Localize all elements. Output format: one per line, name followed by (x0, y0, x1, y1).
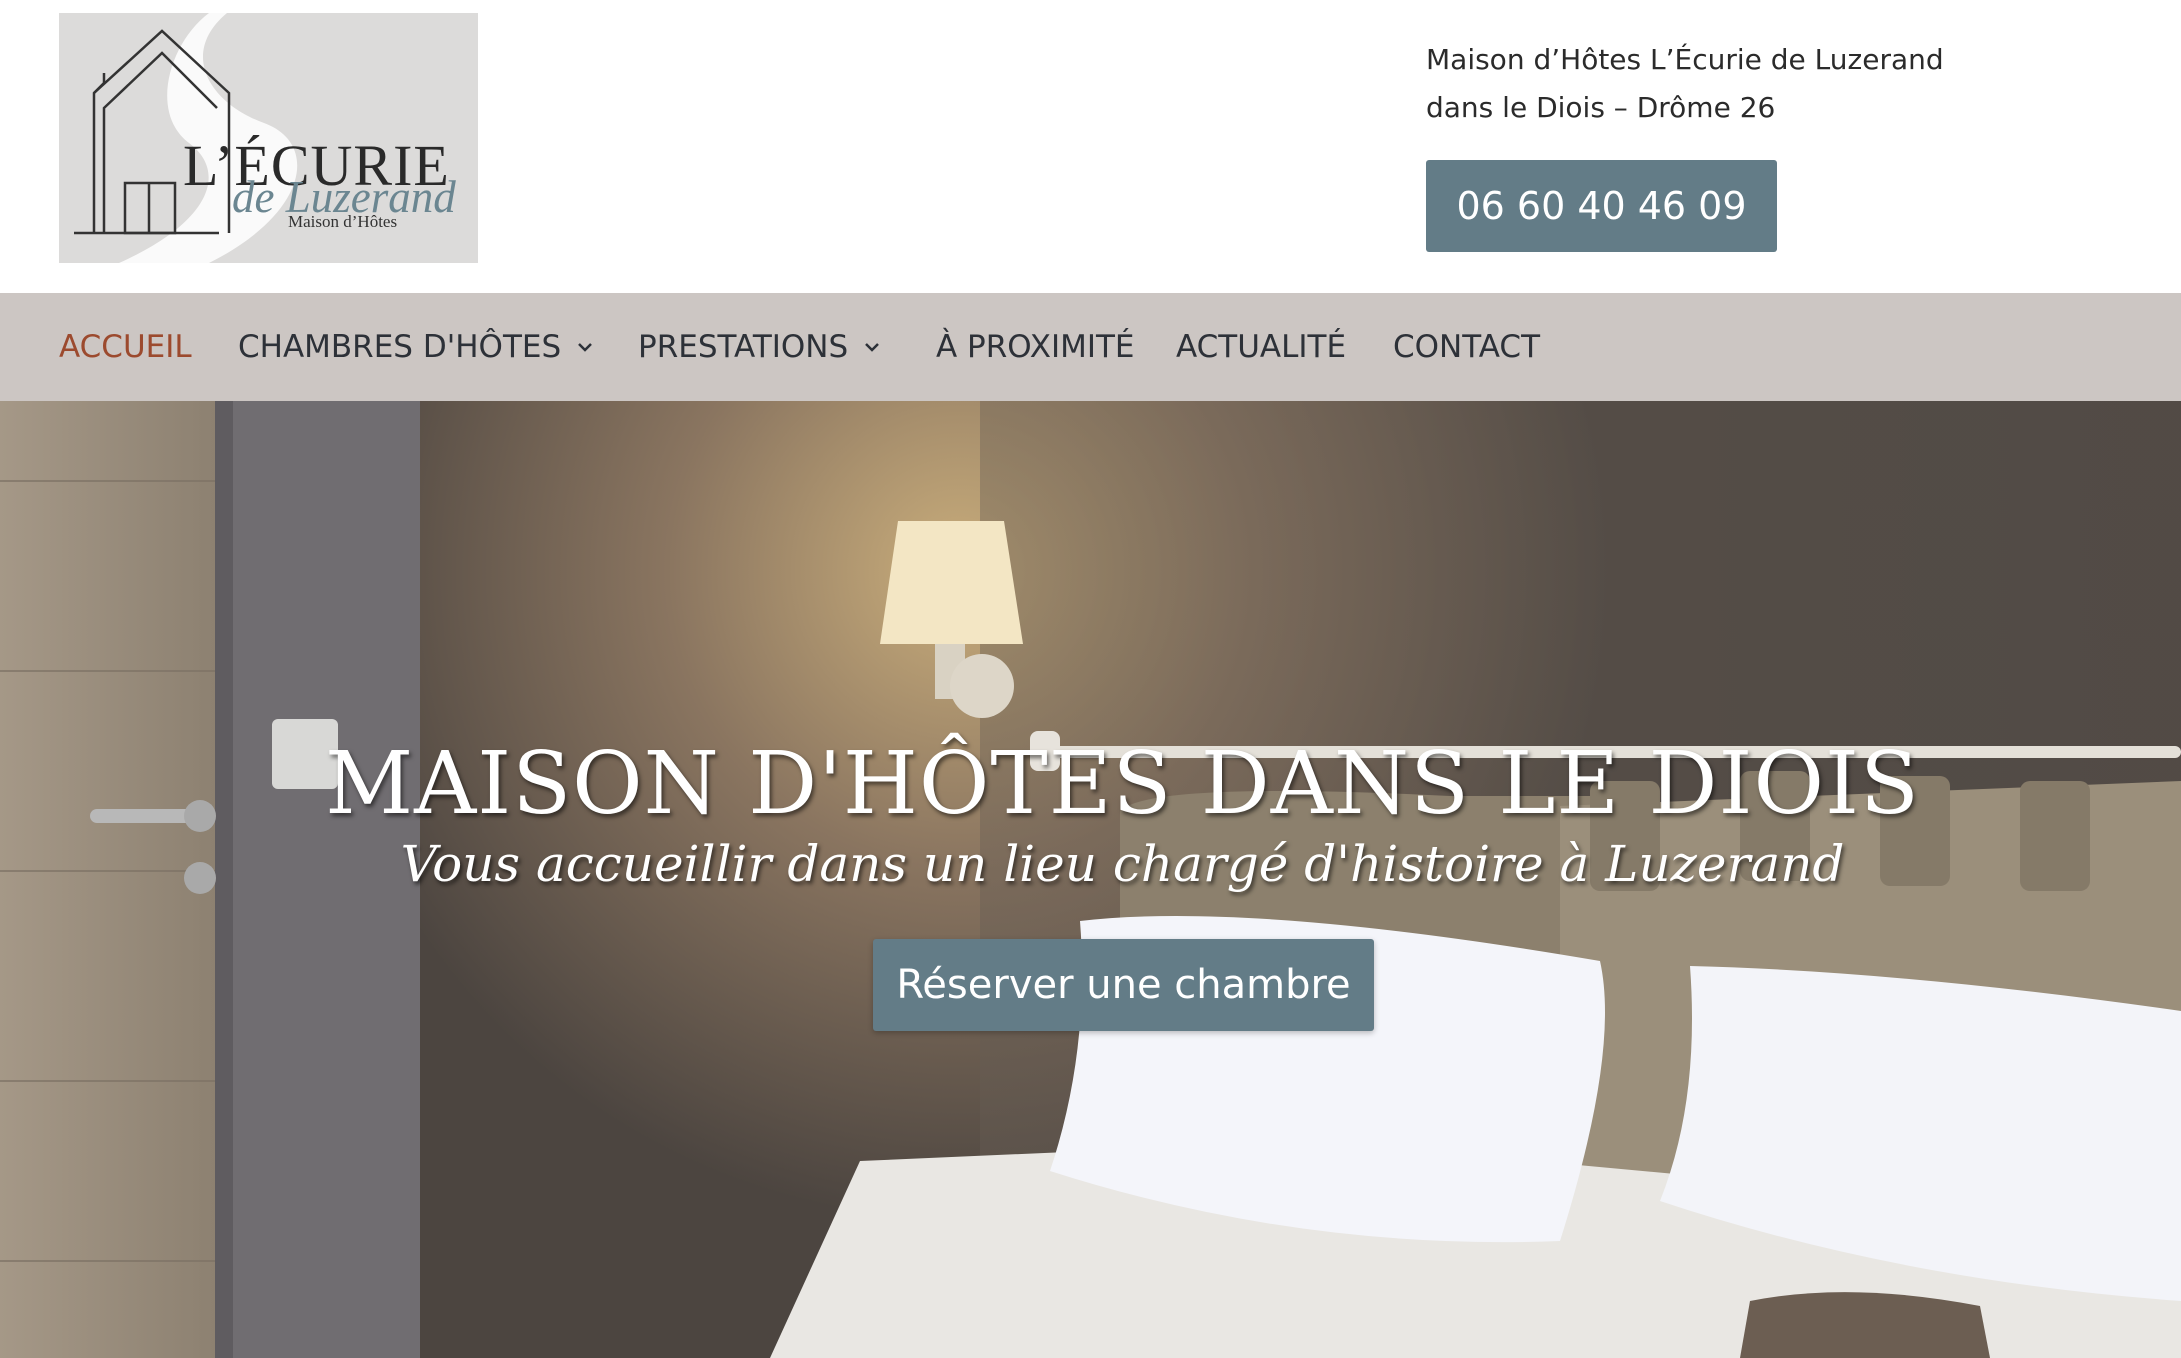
chevron-down-icon (578, 343, 593, 352)
chevron-down-icon (865, 343, 880, 352)
hero-title: MAISON D'HÔTES DANS LE DIOIS (325, 734, 1920, 834)
reserve-room-button[interactable]: Réserver une chambre (873, 939, 1374, 1031)
header-address: Maison d’Hôtes L’Écurie de Luzerand dans… (1426, 36, 1944, 132)
hero-subtitle: Vous accueillir dans un lieu chargé d'hi… (400, 835, 1845, 893)
address-line-1: Maison d’Hôtes L’Écurie de Luzerand (1426, 43, 1944, 76)
nav-item-actualite[interactable]: ACTUALITÉ (1176, 293, 1346, 401)
nav-item-label: CHAMBRES D'HÔTES (238, 329, 562, 365)
nav-item-label: ACCUEIL (59, 329, 192, 365)
address-line-2: dans le Diois – Drôme 26 (1426, 91, 1776, 124)
nav-item-chambres[interactable]: CHAMBRES D'HÔTES (238, 293, 595, 401)
nav-item-prestations[interactable]: PRESTATIONS (638, 293, 882, 401)
site-logo[interactable]: L’ÉCURIE de Luzerand Maison d’Hôtes (59, 13, 478, 263)
site-header: L’ÉCURIE de Luzerand Maison d’Hôtes Mais… (0, 0, 2181, 293)
nav-item-label: À PROXIMITÉ (936, 329, 1135, 365)
phone-button[interactable]: 06 60 40 46 09 (1426, 160, 1777, 252)
nav-item-proximite[interactable]: À PROXIMITÉ (936, 293, 1135, 401)
nav-item-label: CONTACT (1393, 329, 1541, 365)
nav-item-label: PRESTATIONS (638, 329, 849, 365)
main-navigation: ACCUEIL CHAMBRES D'HÔTES PRESTATIONS À P… (0, 293, 2181, 401)
logo-tagline: Maison d’Hôtes (288, 212, 398, 231)
nav-item-accueil[interactable]: ACCUEIL (59, 293, 192, 401)
hero-banner: MAISON D'HÔTES DANS LE DIOIS Vous accuei… (0, 401, 2181, 1358)
nav-item-contact[interactable]: CONTACT (1393, 293, 1540, 401)
nav-item-label: ACTUALITÉ (1176, 329, 1347, 365)
